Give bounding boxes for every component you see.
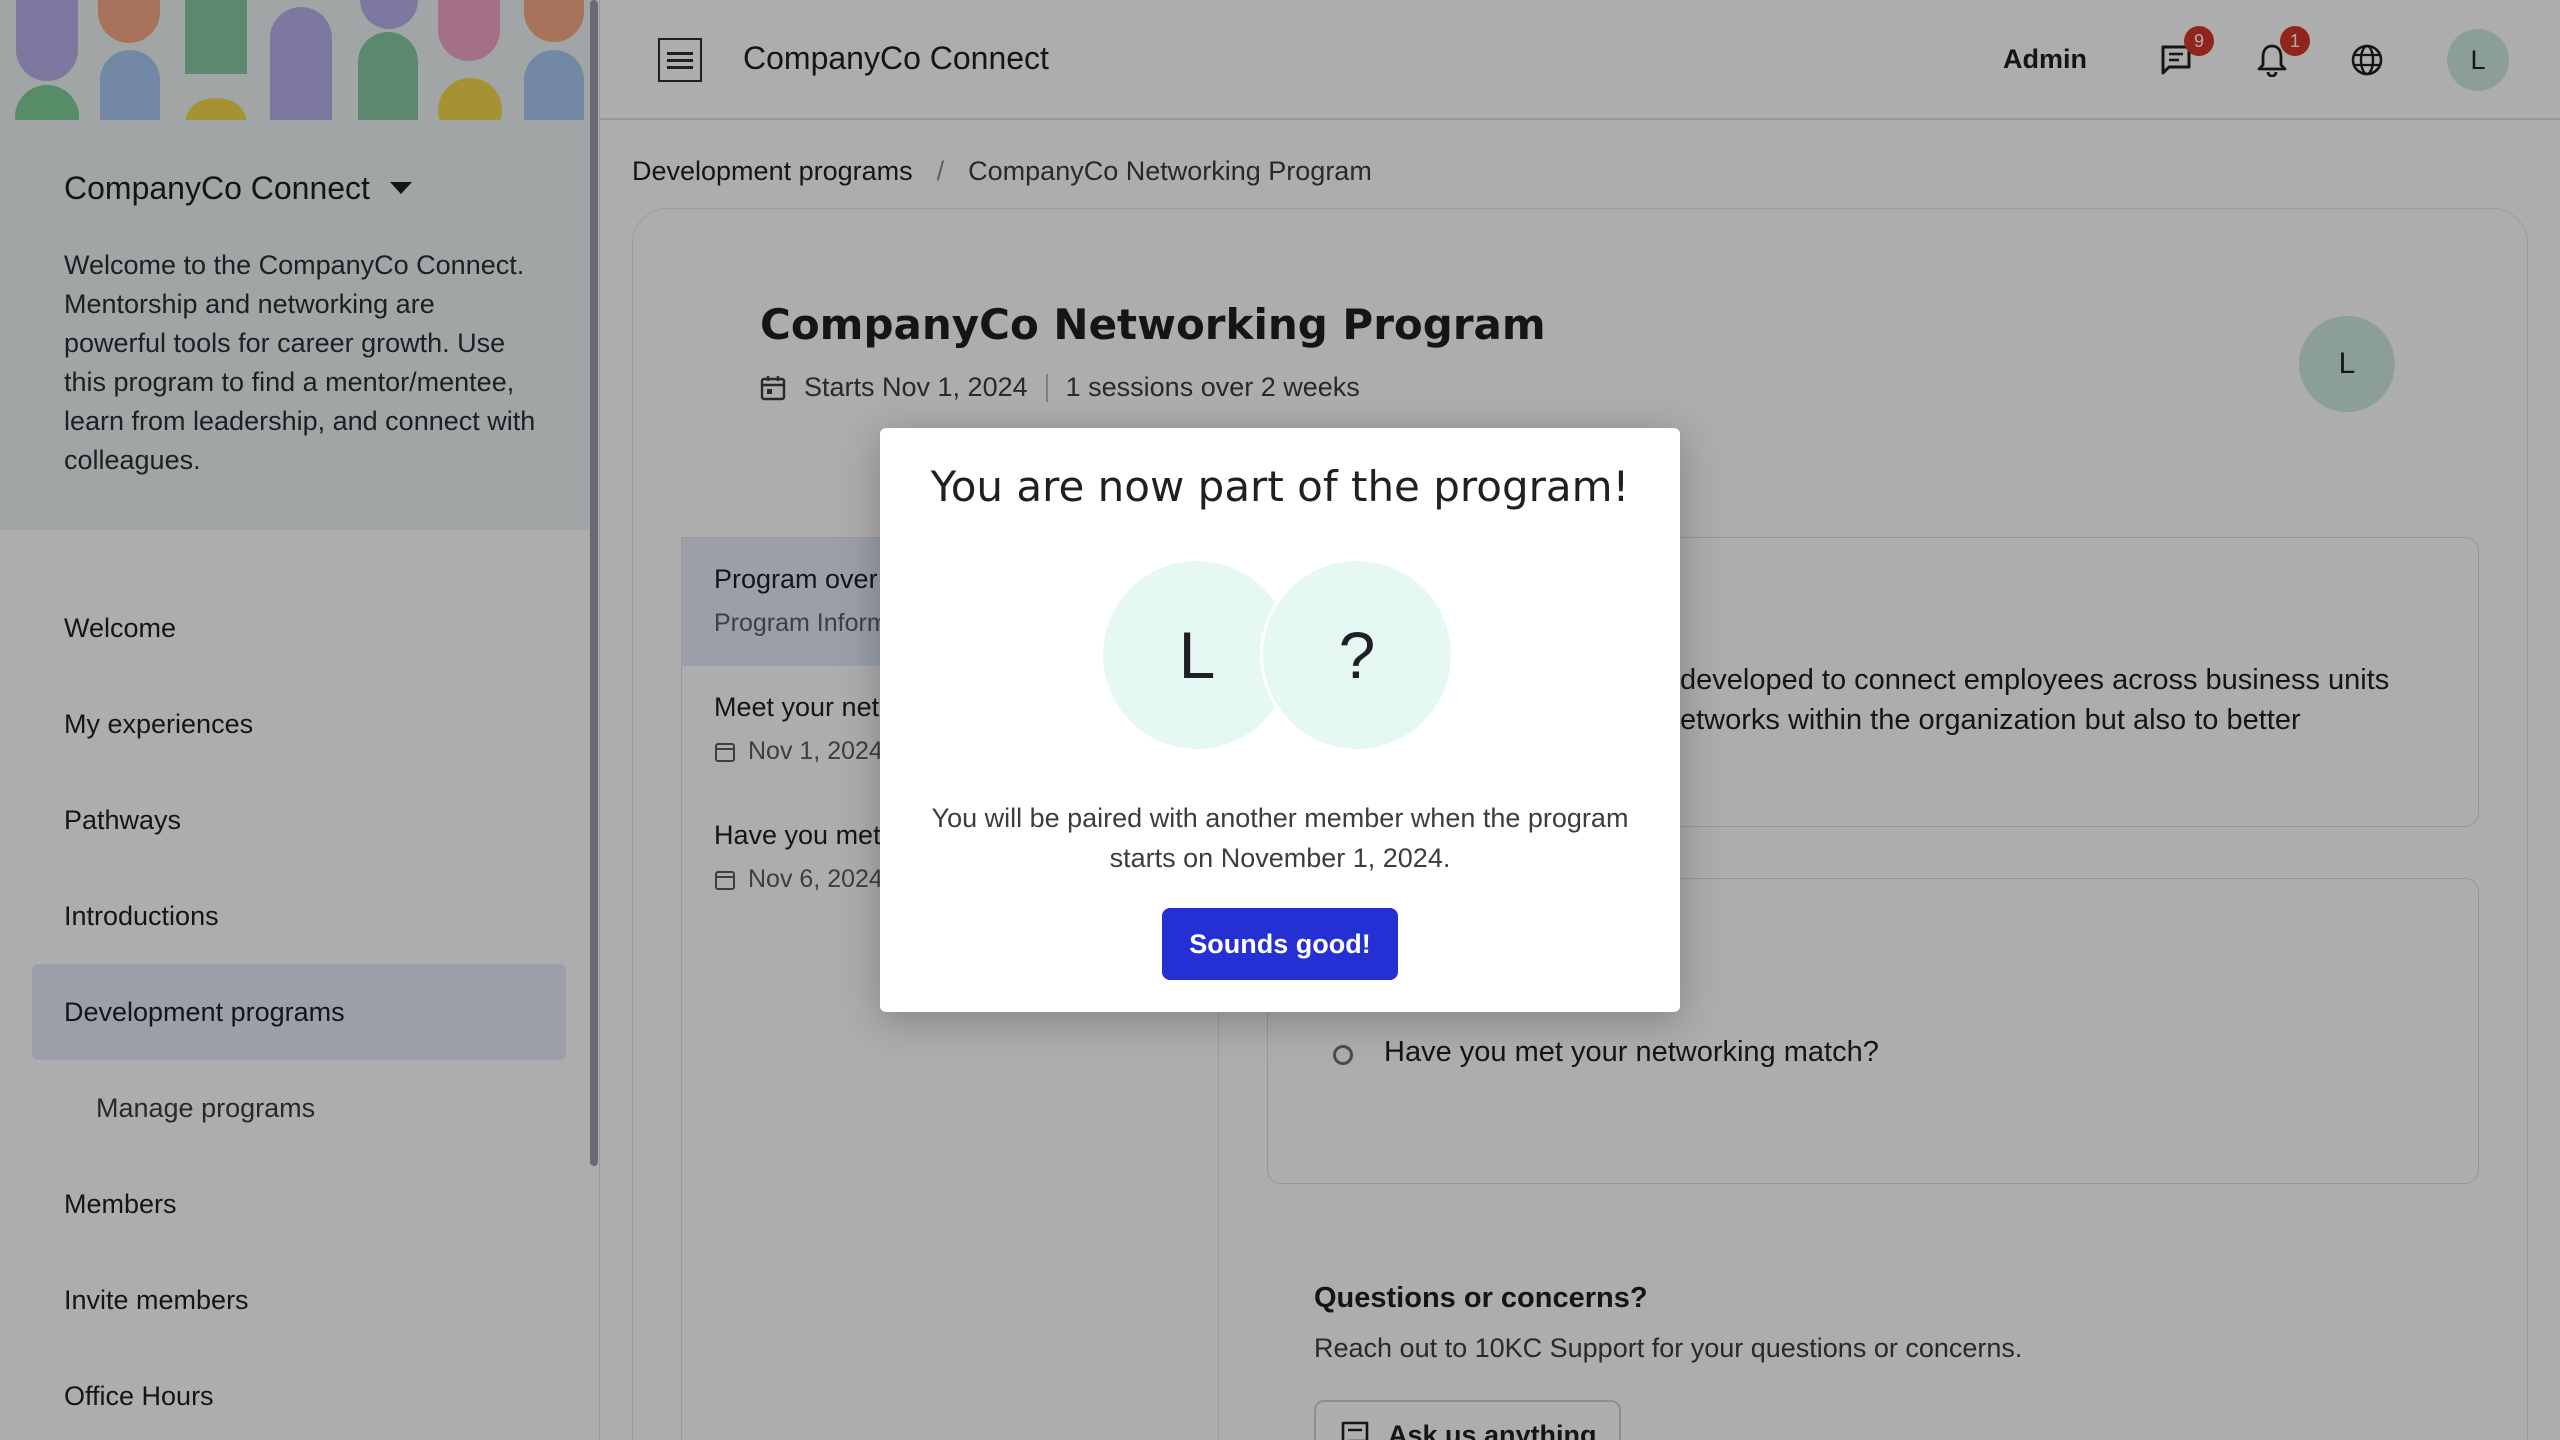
dialog-message: You will be paired with another member w… [931,803,1629,873]
match-avatar-placeholder: ? [1260,558,1454,752]
dialog-title: You are now part of the program! [930,462,1630,511]
joined-program-dialog: You are now part of the program! L ? You… [880,428,1680,1012]
sounds-good-button[interactable]: Sounds good! [1162,908,1398,980]
